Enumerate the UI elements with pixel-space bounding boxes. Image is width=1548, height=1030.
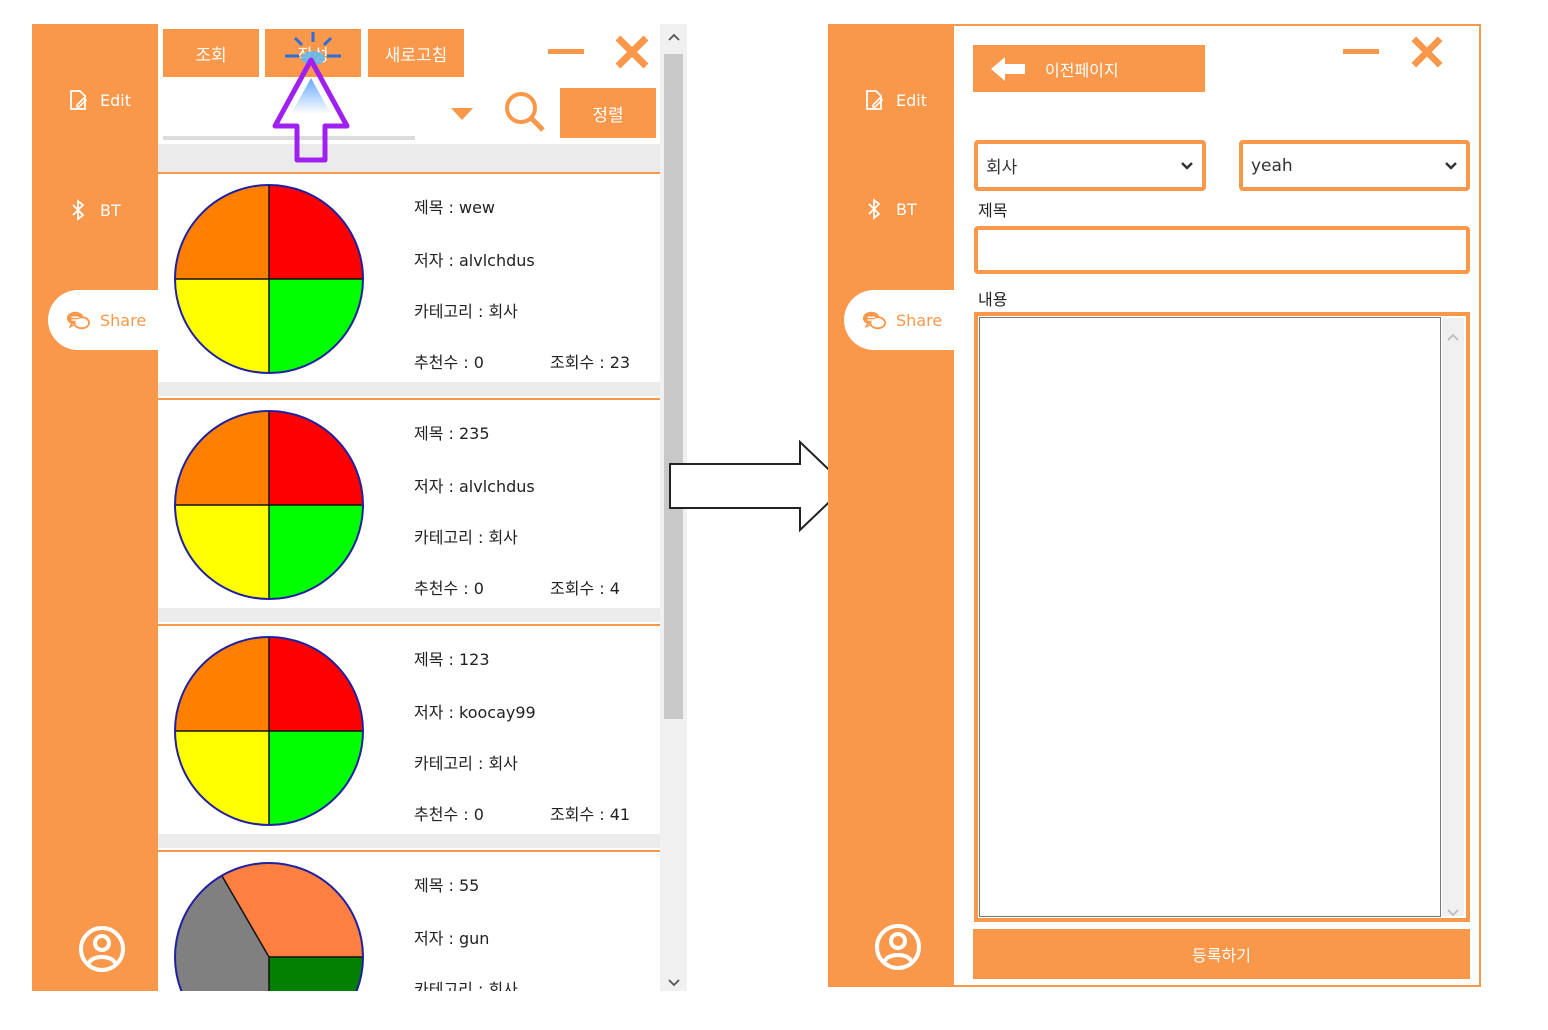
bluetooth-icon	[862, 197, 886, 221]
post-thumbnail-pie	[172, 860, 366, 991]
textarea-inner	[979, 317, 1441, 917]
scroll-down-icon[interactable]	[1447, 902, 1459, 921]
sidebar-item-edit[interactable]: Edit	[828, 70, 954, 130]
submit-button[interactable]: 등록하기	[973, 929, 1470, 979]
sidebar-item-label: BT	[100, 200, 121, 220]
sidebar-item-edit[interactable]: Edit	[32, 70, 158, 130]
post-author: 저자 : koocay99	[414, 703, 536, 722]
post-author: 저자 : alvlchdus	[414, 251, 535, 270]
sidebar-item-share[interactable]: Share	[48, 290, 158, 350]
post-views: 조회수 : 41	[550, 805, 631, 824]
content-textarea[interactable]	[974, 312, 1470, 922]
minimize-icon[interactable]	[1343, 49, 1379, 54]
sidebar-item-label: Share	[100, 310, 147, 330]
user-avatar-icon[interactable]	[77, 924, 127, 974]
category-select[interactable]: 회사	[974, 140, 1206, 191]
refresh-button[interactable]: 새로고침	[368, 29, 464, 77]
content-label: 내용	[978, 290, 1008, 309]
mouse-cursor-icon	[271, 56, 351, 168]
post-title: 제목 : wew	[414, 198, 496, 217]
title-label: 제목	[978, 201, 1008, 220]
edit-icon	[66, 88, 90, 112]
close-icon[interactable]	[614, 34, 650, 74]
sort-button[interactable]: 정렬	[560, 88, 656, 138]
post-category: 카테고리 : 회사	[414, 528, 518, 547]
chat-icon	[66, 308, 90, 332]
post-views: 조회수 : 4	[550, 579, 620, 598]
sidebar-item-bt[interactable]: BT	[828, 179, 954, 239]
sidebar-item-label: Edit	[100, 90, 131, 110]
post-thumbnail-pie	[172, 408, 366, 602]
sidebar-item-label: BT	[896, 199, 917, 219]
scroll-up-icon[interactable]	[1447, 326, 1459, 345]
sidebar-item-label: Share	[896, 310, 943, 330]
post-card[interactable]: 제목 : 123 저자 : koocay99 카테고리 : 회사추천수 : 0 조회수…	[158, 624, 660, 834]
post-thumbnail-pie	[172, 634, 366, 828]
scroll-thumb[interactable]	[664, 54, 683, 719]
post-title: 제목 : 123	[414, 650, 490, 669]
post-author: 저자 : gun	[414, 929, 490, 948]
post-thumbnail-pie	[172, 182, 366, 376]
card-divider	[158, 382, 660, 396]
post-title: 제목 : 55	[414, 876, 480, 895]
chevron-down-icon	[1180, 156, 1194, 176]
post-author: 저자 : alvlchdus	[414, 477, 535, 496]
post-card[interactable]: 제목 : 55 저자 : gun 카테고리 : 회사	[158, 850, 660, 991]
post-title: 제목 : 235	[414, 424, 490, 443]
chat-icon	[862, 308, 886, 332]
back-arrow-icon	[989, 55, 1027, 83]
tag-value: yeah	[1251, 155, 1293, 176]
divider	[158, 144, 660, 172]
post-category: 카테고리 : 회사	[414, 754, 518, 773]
search-icon[interactable]	[503, 90, 547, 138]
chevron-down-icon	[1444, 156, 1458, 176]
post-card[interactable]: 제목 : 235 저자 : alvlchdus 카테고리 : 회사추천수 : 0 조회…	[158, 398, 660, 608]
close-icon[interactable]	[1410, 35, 1444, 73]
post-likes: 추천수 : 0	[414, 579, 484, 598]
transition-arrow-icon	[668, 439, 850, 536]
sidebar-item-bt[interactable]: BT	[32, 180, 158, 240]
tag-select[interactable]: yeah	[1239, 140, 1470, 191]
edit-icon	[862, 88, 886, 112]
user-avatar-icon[interactable]	[873, 922, 923, 972]
post-likes: 추천수 : 0	[414, 805, 484, 824]
post-category: 카테고리 : 회사	[414, 980, 518, 991]
back-label: 이전페이지	[1045, 60, 1119, 80]
bluetooth-icon	[66, 198, 90, 222]
card-divider	[158, 608, 660, 622]
category-value: 회사	[986, 158, 1018, 178]
filter-dropdown-icon[interactable]	[450, 106, 474, 125]
minimize-icon[interactable]	[548, 49, 584, 54]
card-divider	[158, 834, 660, 848]
post-views: 조회수 : 23	[550, 353, 631, 372]
post-card[interactable]: 제목 : wew 저자 : alvlchdus 카테고리 : 회사추천수 : 0 조회…	[158, 172, 660, 382]
post-likes: 추천수 : 0	[414, 353, 484, 372]
post-category: 카테고리 : 회사	[414, 302, 518, 321]
scroll-down-icon[interactable]	[668, 972, 680, 991]
sidebar-item-share[interactable]: Share	[844, 290, 954, 350]
view-button[interactable]: 조회	[163, 29, 259, 77]
textarea-scrollbar[interactable]	[1442, 318, 1464, 917]
scroll-up-icon[interactable]	[668, 30, 680, 44]
back-button[interactable]: 이전페이지	[973, 45, 1205, 92]
sidebar-item-label: Edit	[896, 90, 927, 110]
title-input[interactable]	[974, 226, 1470, 274]
